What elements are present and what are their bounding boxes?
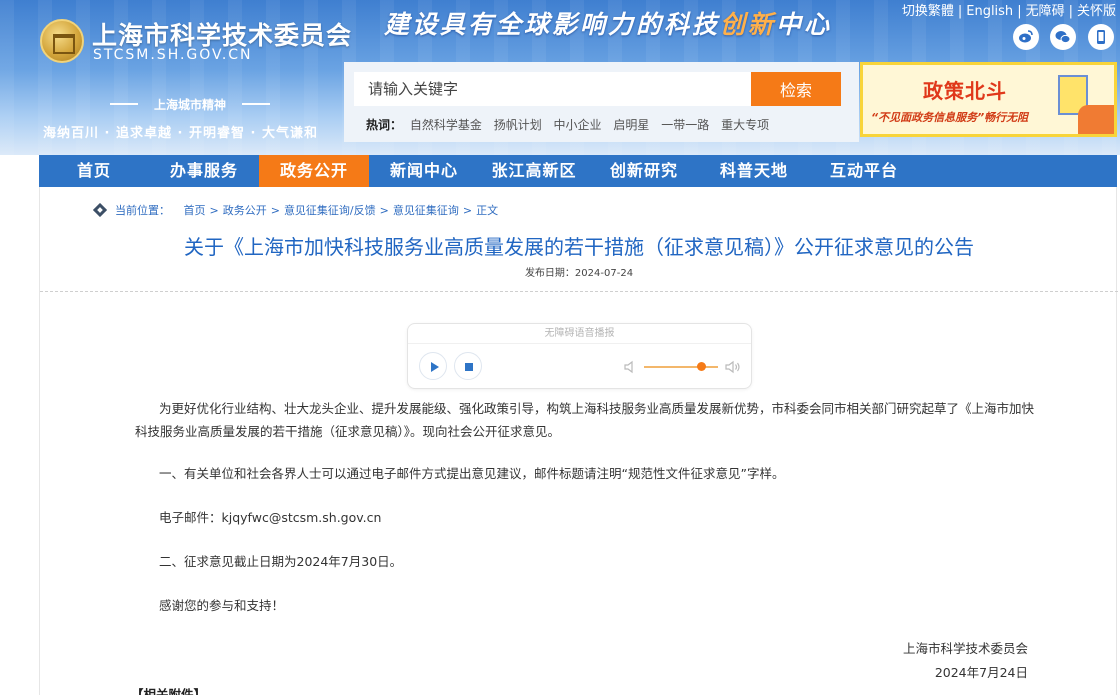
nav-item-news[interactable]: 新闻中心: [369, 155, 479, 187]
volume-low-icon[interactable]: [624, 360, 636, 374]
hot-word[interactable]: 启明星: [613, 118, 649, 132]
spirit-text: 海纳百川 · 追求卓越 · 开明睿智 · 大气谦和: [43, 126, 318, 141]
wechat-icon[interactable]: [1050, 24, 1076, 50]
breadcrumb-separator: >: [462, 204, 473, 217]
policy-banner[interactable]: 政策北斗 “不见面政务信息服务”畅行无阻: [860, 62, 1117, 137]
policy-banner-title: 政策北斗: [923, 79, 1007, 103]
hot-word[interactable]: 自然科学基金: [410, 118, 482, 132]
breadcrumb-item[interactable]: 政务公开: [223, 204, 267, 217]
hot-words: 热词： 自然科学基金 扬帆计划 中小企业 启明星 一带一路 重大专项: [366, 116, 777, 133]
search-input[interactable]: [354, 72, 751, 106]
header-slogan: 建设具有全球影响力的科技创新中心: [384, 5, 832, 41]
publish-date: 发布日期：2024-07-24: [524, 268, 634, 279]
slogan-part-1: 建设具有全球影响力的科技: [384, 10, 721, 39]
stop-icon: [465, 363, 473, 371]
nav-item-home[interactable]: 首页: [39, 155, 149, 187]
spirit-label: 上海城市精神: [100, 96, 280, 113]
link-accessibility[interactable]: 无障碍: [1026, 4, 1065, 19]
slogan-part-2: 创新: [720, 10, 777, 39]
nav-item-services[interactable]: 办事服务: [149, 155, 259, 187]
article-paragraph: 为更好优化行业结构、壮大龙头企业、提升发展能级、强化政策引导，构筑上海科技服务业…: [135, 401, 1035, 439]
hot-word[interactable]: 一带一路: [661, 118, 709, 132]
hot-word[interactable]: 扬帆计划: [494, 118, 542, 132]
location-icon: [92, 202, 108, 218]
main-nav: 首页 办事服务 政务公开 新闻中心 张江高新区 创新研究 科普天地 互动平台: [39, 155, 1117, 187]
audio-player: 无障碍语音播报: [407, 323, 752, 389]
article-paragraph: 一、有关单位和社会各界人士可以通过电子邮件方式提出意见建议，邮件标题请注明“规范…: [159, 466, 785, 481]
site-header: 上海市科学技术委员会 STCSM.SH.GOV.CN 建设具有全球影响力的科技创…: [0, 0, 1120, 155]
site-name-en[interactable]: STCSM.SH.GOV.CN: [93, 47, 253, 63]
attachments-heading: 【相关附件】: [131, 687, 207, 695]
link-elderly-mode[interactable]: 关怀版: [1077, 4, 1116, 19]
hot-word[interactable]: 重大专项: [721, 118, 769, 132]
breadcrumb-item[interactable]: 首页: [184, 204, 206, 217]
email-paragraph[interactable]: 电子邮件：kjqyfwc@stcsm.sh.gov.cn: [135, 506, 1035, 529]
stop-button[interactable]: [454, 352, 482, 380]
breadcrumb-separator: >: [379, 204, 389, 217]
nav-item-science-pop[interactable]: 科普天地: [699, 155, 809, 187]
search-panel: 检索 热词： 自然科学基金 扬帆计划 中小企业 启明星 一带一路 重大专项: [344, 62, 859, 142]
breadcrumb-item[interactable]: 意见征集征询: [393, 204, 459, 217]
article-paragraph: 感谢您的参与和支持！: [159, 598, 285, 613]
audio-player-title: 无障碍语音播报: [408, 324, 751, 344]
separator: |: [957, 4, 963, 19]
play-button[interactable]: [419, 352, 447, 380]
breadcrumb-label: 当前位置：: [115, 204, 170, 217]
breadcrumb-separator: >: [209, 204, 219, 217]
signature-date: 2024年7月24日: [934, 665, 1028, 680]
volume-high-icon[interactable]: [725, 359, 741, 375]
signature-org: 上海市科学技术委员会: [902, 641, 1028, 656]
separator: |: [1017, 4, 1022, 19]
link-english[interactable]: English: [966, 4, 1013, 19]
play-icon: [431, 362, 439, 372]
slogan-part-3: 中心: [776, 10, 833, 39]
hand-illustration-icon: [1078, 105, 1114, 134]
link-traditional-chinese[interactable]: 切换繁體: [902, 4, 954, 19]
weibo-icon[interactable]: [1013, 24, 1039, 50]
main-content: 当前位置： 首页 > 政务公开 > 意见征集征询/反馈 > 意见征集征询 > 正文 关于《上海市…: [39, 187, 1118, 695]
separator: |: [1068, 4, 1073, 19]
breadcrumb-separator: >: [270, 204, 280, 217]
nav-item-interaction[interactable]: 互动平台: [809, 155, 919, 187]
divider: [40, 291, 1118, 292]
volume-slider[interactable]: [644, 366, 718, 368]
policy-banner-subtitle: “不见面政务信息服务”畅行无阻: [871, 111, 1029, 124]
nav-item-innovation[interactable]: 创新研究: [589, 155, 699, 187]
search-button[interactable]: 检索: [751, 72, 841, 106]
nav-item-gov-info[interactable]: 政务公开: [259, 155, 369, 187]
hot-word[interactable]: 中小企业: [554, 118, 602, 132]
volume-slider-handle[interactable]: [697, 362, 707, 371]
article-paragraph: 二、征求意见截止日期为2024年7月30日。: [159, 554, 403, 569]
nav-item-zhangjiang[interactable]: 张江高新区: [479, 155, 589, 187]
breadcrumb-item-current: 正文: [476, 204, 499, 217]
top-links: 切换繁體 | English | 无障碍 | 关怀版: [902, 0, 1116, 19]
hot-words-label: 热词：: [366, 118, 403, 132]
logo-emblem-icon[interactable]: [40, 19, 84, 63]
breadcrumb-item[interactable]: 意见征集征询/反馈: [284, 204, 376, 217]
article-title: 关于《上海市加快科技服务业高质量发展的若干措施（征求意见稿）》公开征求意见的公告: [184, 235, 974, 259]
breadcrumb: 当前位置： 首页 > 政务公开 > 意见征集征询/反馈 > 意见征集征询 > 正文: [92, 202, 499, 218]
mobile-icon[interactable]: [1088, 24, 1114, 50]
